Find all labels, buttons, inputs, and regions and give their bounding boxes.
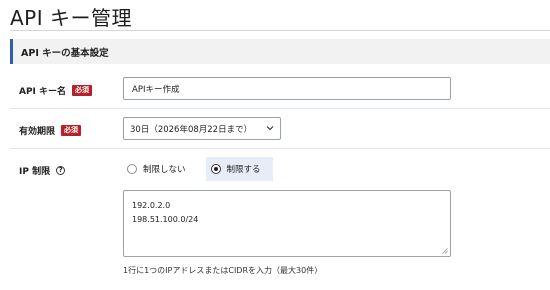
section-header: API キーの基本設定: [10, 39, 550, 64]
radio-option-label: 制限しない: [143, 165, 186, 175]
radio-option-no-restriction[interactable]: 制限しない: [123, 157, 194, 181]
ip-restriction-label-text: IP 制限: [19, 167, 51, 177]
expiry-label-text: 有効期限: [19, 127, 56, 137]
help-icon[interactable]: ?: [56, 166, 66, 175]
ip-restriction-radio-group: 制限しない 制限する: [123, 157, 273, 181]
cidr-line: 198.51.100.0/24: [132, 215, 199, 224]
chevron-down-icon: [266, 126, 274, 131]
api-key-name-label: API キー名 必須: [19, 84, 93, 97]
section-title: API キーの基本設定: [21, 47, 109, 59]
resize-handle-icon[interactable]: [442, 248, 448, 254]
expiry-label: 有効期限 必須: [19, 124, 82, 137]
title-divider: [10, 30, 550, 31]
cidr-hint-text: 1行に1つのIPアドレスまたはCIDRを入力（最大30件）: [123, 266, 323, 275]
ip-restriction-label: IP 制限 ?: [19, 164, 66, 177]
api-key-name-input[interactable]: APIキー作成: [123, 77, 451, 100]
required-badge: 必須: [61, 125, 82, 136]
radio-option-restrict[interactable]: 制限する: [205, 157, 273, 181]
row-divider: [10, 148, 550, 149]
api-key-name-value: APIキー作成: [132, 84, 180, 95]
api-key-name-label-text: API キー名: [19, 87, 67, 97]
expiry-selected-value: 30日（2026年08月22日まで）: [130, 124, 253, 135]
page-title: API キー管理: [10, 6, 132, 30]
radio-unchecked-icon: [127, 164, 137, 174]
radio-checked-icon: [210, 164, 221, 174]
row-divider: [10, 108, 550, 109]
radio-option-label: 制限する: [226, 165, 261, 175]
expiry-select[interactable]: 30日（2026年08月22日まで）: [123, 117, 281, 140]
required-badge: 必須: [72, 85, 93, 96]
cidr-line: 192.0.2.0: [132, 201, 171, 210]
cidr-textarea[interactable]: 192.0.2.0 198.51.100.0/24: [123, 190, 451, 257]
